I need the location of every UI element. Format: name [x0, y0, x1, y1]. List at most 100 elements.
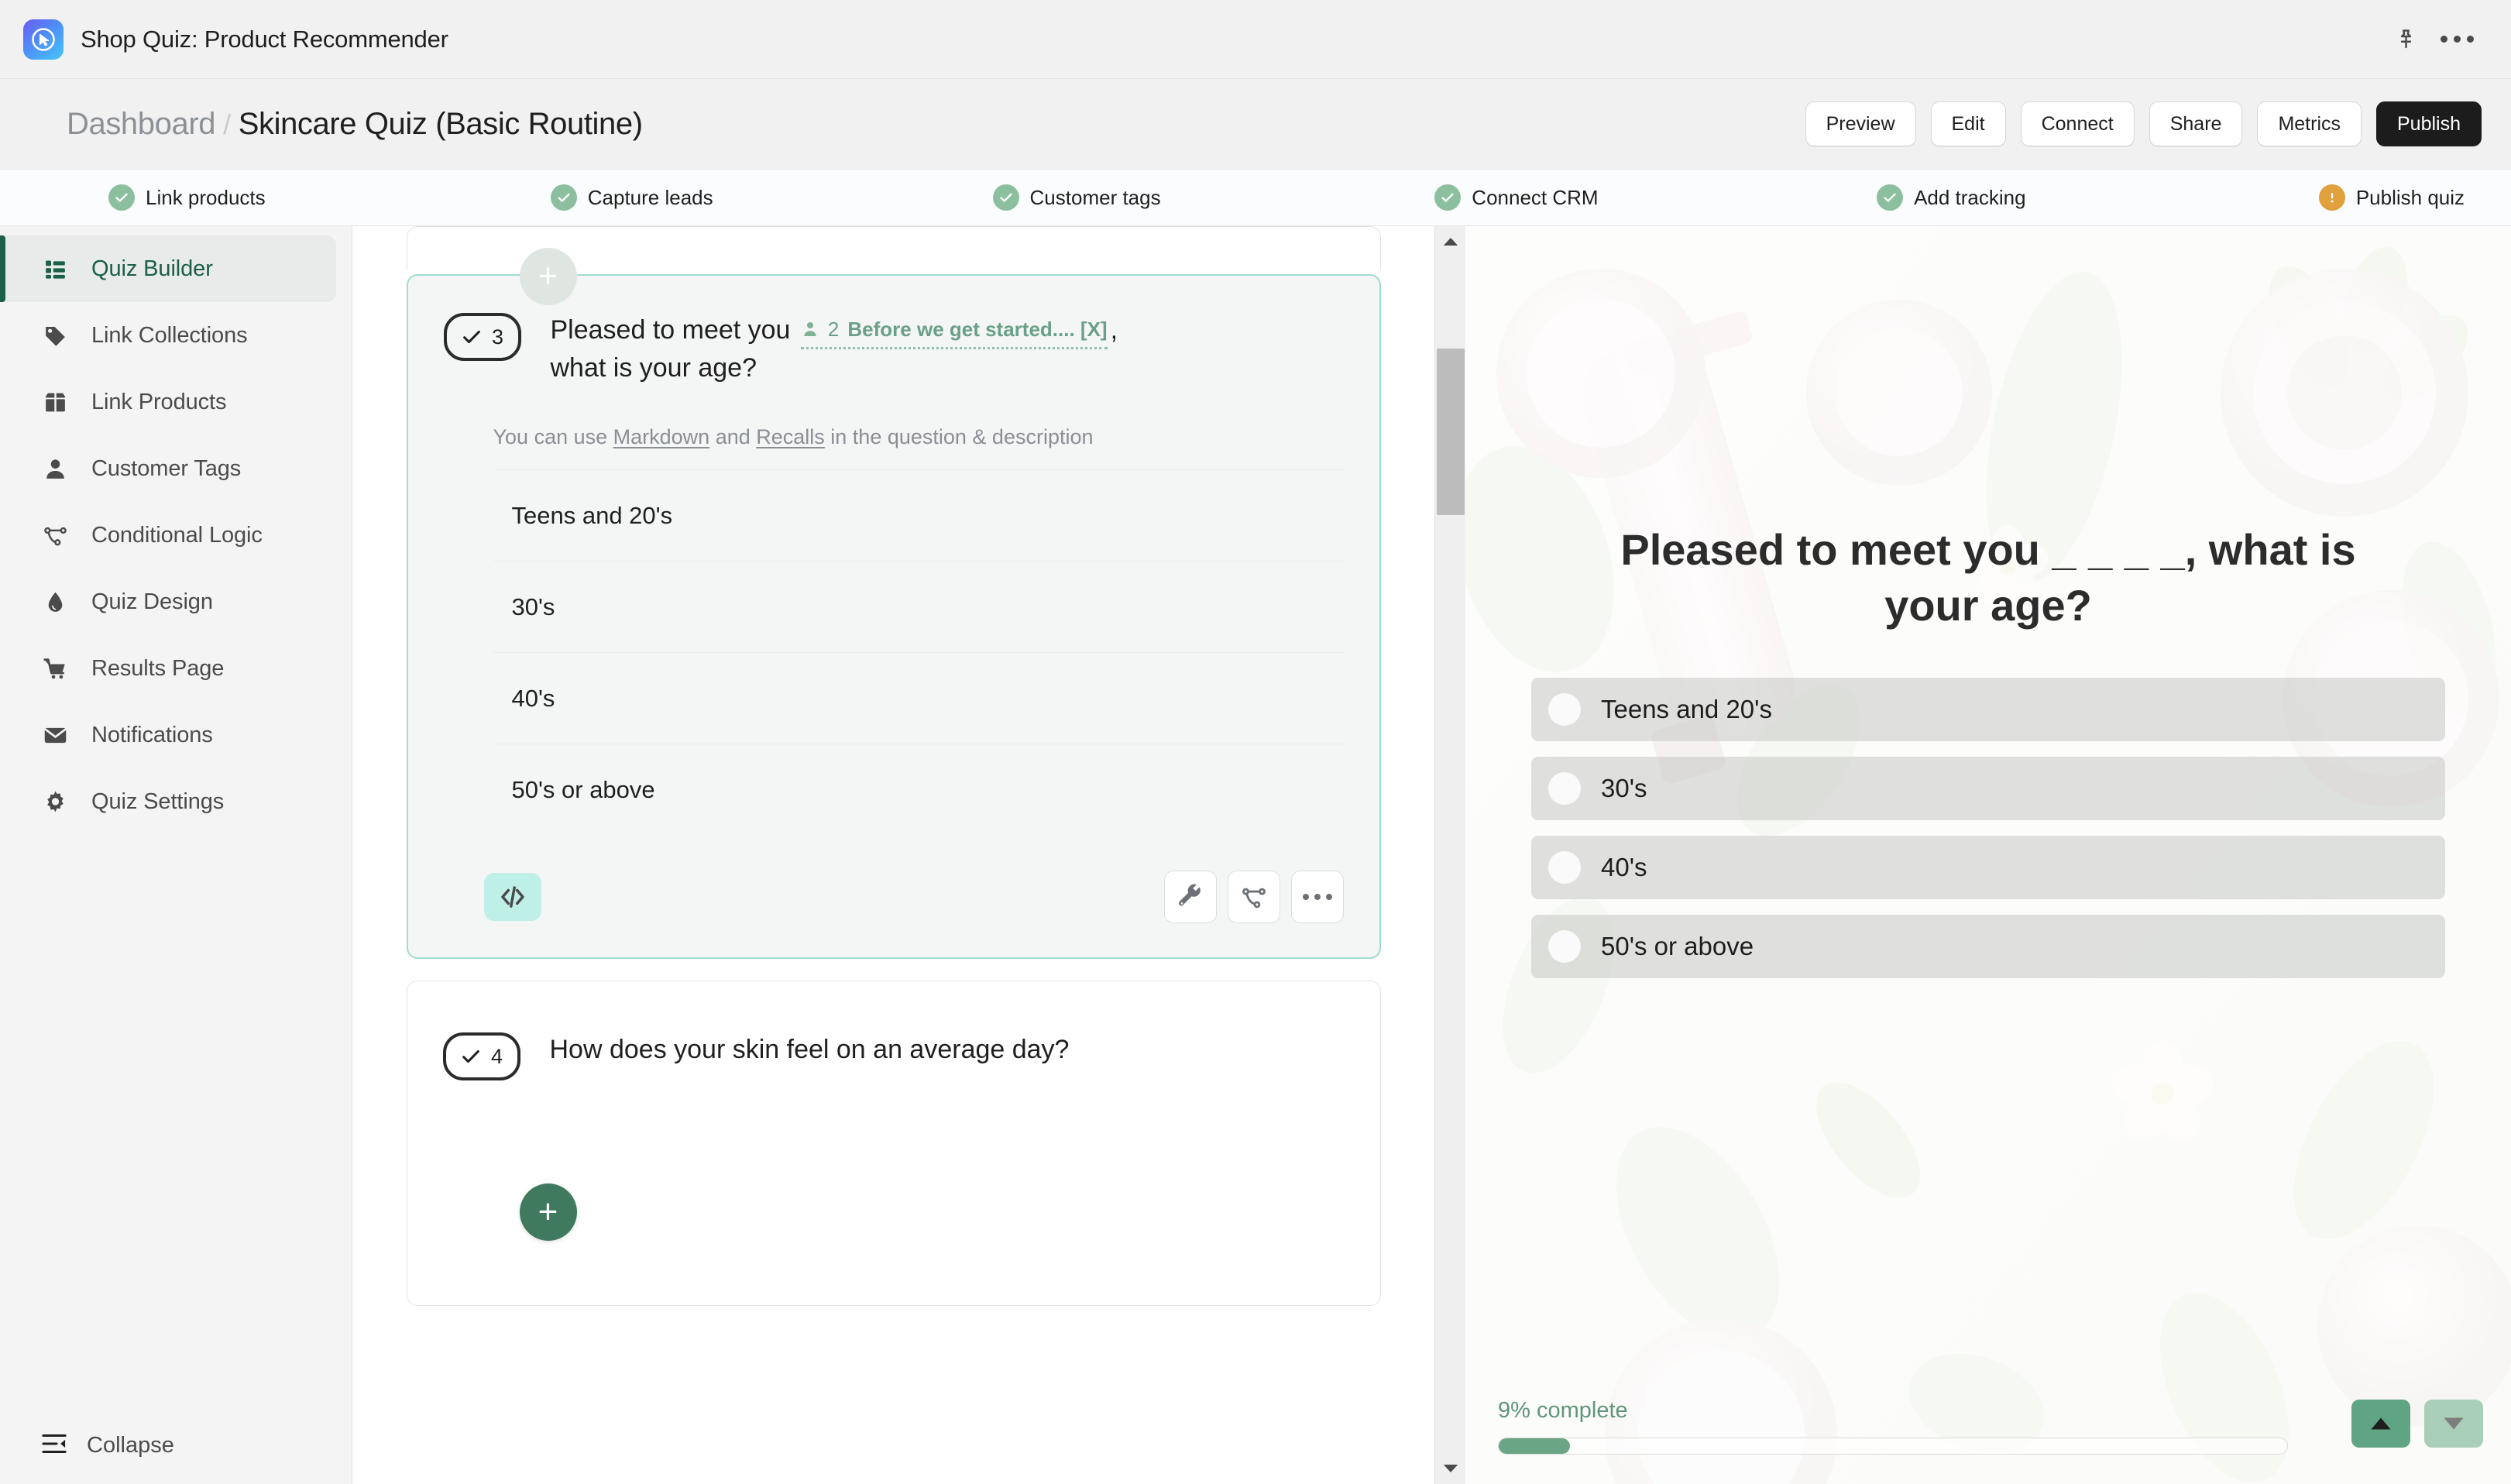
answer-option[interactable]: 30's — [493, 561, 1344, 652]
check-circle-icon — [1877, 184, 1904, 211]
question-toolbar — [408, 835, 1379, 957]
sidebar-item-quiz-design[interactable]: Quiz Design — [0, 569, 336, 635]
question-number-badge[interactable]: 3 — [443, 313, 521, 361]
page-header: Dashboard / Skincare Quiz (Basic Routine… — [0, 79, 2511, 169]
sidebar-item-quiz-builder[interactable]: Quiz Builder — [0, 235, 336, 302]
check-circle-icon — [1434, 184, 1462, 211]
sidebar-item-notifications[interactable]: Notifications — [0, 702, 336, 768]
radio-icon[interactable] — [1548, 851, 1581, 885]
nav-previous-button[interactable] — [2351, 1400, 2410, 1448]
setup-checklist: Link products Capture leads Customer tag… — [0, 169, 2511, 226]
markdown-link[interactable]: Markdown — [613, 425, 710, 448]
add-question-button-bottom[interactable]: + — [519, 1183, 577, 1241]
preview-option[interactable]: 40's — [1531, 836, 2445, 900]
sidebar-item-label: Quiz Design — [91, 589, 213, 614]
question-card-3[interactable]: 3 Pleased to meet you 2 Before we get st… — [406, 274, 1381, 960]
progress-bar-track — [1498, 1437, 2288, 1455]
tag-icon — [40, 323, 70, 349]
nav-next-button[interactable] — [2424, 1400, 2483, 1448]
breadcrumb-dashboard[interactable]: Dashboard — [67, 107, 215, 142]
preview-option[interactable]: 30's — [1531, 757, 2445, 821]
sidebar-item-label: Link Collections — [91, 322, 248, 348]
cart-icon — [40, 656, 70, 682]
check-circle-icon — [992, 184, 1019, 211]
help-prefix: You can use — [493, 424, 613, 448]
sidebar-item-customer-tags[interactable]: Customer Tags — [0, 435, 336, 502]
sidebar-item-conditional-logic[interactable]: Conditional Logic — [0, 502, 336, 569]
sidebar-item-results-page[interactable]: Results Page — [0, 635, 336, 702]
checklist-item-publish-quiz[interactable]: Publish quiz — [2318, 184, 2465, 211]
question-card-4[interactable]: 4 How does your skin feel on an average … — [406, 981, 1381, 1307]
droplet-icon — [40, 589, 70, 615]
check-circle-icon — [550, 184, 577, 211]
answer-option[interactable]: Teens and 20's — [493, 469, 1344, 561]
radio-icon[interactable] — [1548, 930, 1581, 964]
preview-option[interactable]: 50's or above — [1531, 915, 2445, 979]
sidebar-item-label: Customer Tags — [91, 455, 242, 481]
sidebar: Quiz Builder Link Collections Link Produ… — [0, 226, 352, 1484]
question-text[interactable]: Pleased to meet you 2 Before we get star… — [551, 308, 1118, 387]
scroll-up-arrow-icon[interactable] — [1435, 226, 1466, 257]
breadcrumb-separator: / — [223, 108, 231, 140]
sidebar-item-label: Notifications — [91, 722, 213, 747]
question-number-badge[interactable]: 4 — [442, 1032, 520, 1081]
preview-content: Pleased to meet you _ _ _ _, what is you… — [1465, 226, 2511, 1484]
checklist-item-capture-leads[interactable]: Capture leads — [550, 184, 993, 211]
checklist-item-link-products[interactable]: Link products — [108, 184, 551, 211]
edit-button[interactable]: Edit — [1930, 101, 2006, 146]
question-text[interactable]: How does your skin feel on an average da… — [550, 1028, 1070, 1068]
quiz-preview-panel: Pleased to meet you _ _ _ _, what is you… — [1465, 226, 2511, 1484]
recall-text: Before we get started.... [X] — [847, 317, 1108, 341]
sidebar-item-link-products[interactable]: Link Products — [0, 369, 336, 435]
builder-scrollbar[interactable] — [1434, 226, 1465, 1484]
code-brackets-icon[interactable] — [483, 873, 541, 922]
progress-label: 9% complete — [1498, 1397, 1628, 1423]
checklist-item-add-tracking[interactable]: Add tracking — [1877, 184, 2319, 211]
collapse-sidebar-button[interactable]: Collapse — [0, 1407, 352, 1484]
checklist-label: Connect CRM — [1472, 185, 1599, 209]
gear-icon — [40, 789, 70, 815]
wrench-icon[interactable] — [1163, 871, 1217, 924]
box-icon — [40, 390, 70, 415]
checklist-label: Capture leads — [587, 185, 713, 209]
question-text-before: Pleased to meet you — [550, 315, 791, 345]
preview-question-text: Pleased to meet you _ _ _ _, what is you… — [1620, 525, 2356, 630]
more-horizontal-icon[interactable] — [1290, 871, 1344, 924]
sidebar-item-link-collections[interactable]: Link Collections — [0, 302, 336, 369]
add-question-button-top[interactable]: + — [519, 248, 577, 305]
preview-footer: 9% complete — [1465, 1368, 2511, 1484]
scroll-down-arrow-icon[interactable] — [1435, 1453, 1466, 1484]
pin-icon[interactable] — [2384, 18, 2427, 61]
radio-icon[interactable] — [1548, 772, 1581, 806]
metrics-button[interactable]: Metrics — [2257, 101, 2362, 146]
scrollbar-thumb[interactable] — [1437, 349, 1465, 515]
answer-option[interactable]: 50's or above — [493, 744, 1344, 835]
preview-button[interactable]: Preview — [1805, 101, 1916, 146]
node-graph-icon[interactable] — [1227, 871, 1280, 924]
warning-circle-icon — [2318, 184, 2345, 211]
question-help-text: You can use Markdown and Recalls in the … — [408, 387, 1237, 453]
connect-button[interactable]: Connect — [2020, 101, 2135, 146]
checklist-label: Link products — [146, 185, 266, 209]
share-button[interactable]: Share — [2149, 101, 2243, 146]
more-horizontal-icon[interactable] — [2435, 18, 2478, 61]
answer-option[interactable]: 40's — [493, 652, 1344, 744]
question-tool-buttons — [1163, 871, 1344, 924]
preview-option-label: 40's — [1601, 853, 1647, 882]
list-grid-icon — [40, 256, 70, 282]
question-number: 4 — [490, 1044, 503, 1068]
recall-token[interactable]: 2 Before we get started.... [X] — [800, 315, 1108, 350]
more-dots — [2440, 36, 2474, 43]
preview-nav-buttons — [2351, 1400, 2483, 1448]
checklist-label: Customer tags — [1029, 185, 1161, 209]
radio-icon[interactable] — [1548, 693, 1581, 727]
scrollbar-track[interactable] — [1435, 257, 1465, 1453]
recalls-link[interactable]: Recalls — [756, 425, 825, 448]
checklist-item-customer-tags[interactable]: Customer tags — [992, 184, 1435, 211]
sidebar-item-quiz-settings[interactable]: Quiz Settings — [0, 768, 336, 835]
checklist-label: Publish quiz — [2355, 185, 2465, 209]
preview-option[interactable]: Teens and 20's — [1531, 678, 2445, 742]
publish-button[interactable]: Publish — [2376, 101, 2482, 146]
checklist-item-connect-crm[interactable]: Connect CRM — [1434, 184, 1877, 211]
